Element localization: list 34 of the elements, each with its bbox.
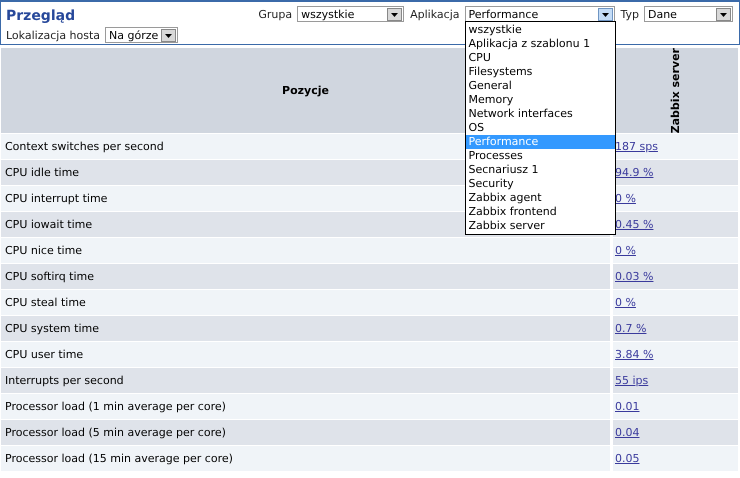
value-link[interactable]: 0.03 %	[615, 270, 654, 283]
value-link[interactable]: 0 %	[615, 296, 636, 309]
column-header: Zabbix server	[613, 48, 738, 133]
value-link[interactable]: 0.01	[615, 400, 640, 413]
value-link[interactable]: 0 %	[615, 192, 636, 205]
table-cell: CPU user time	[1, 342, 610, 367]
table-cell: CPU steal time	[1, 290, 610, 315]
table-cell: Processor load (1 min average per core)	[1, 394, 610, 419]
filter-label: Typ	[620, 8, 639, 20]
value-link[interactable]: 0.45 %	[615, 218, 654, 231]
value-link[interactable]: 3.84 %	[615, 348, 654, 361]
value-link[interactable]: 94.9 %	[615, 166, 654, 179]
value-link[interactable]: 0.7 %	[615, 322, 646, 335]
table-cell: Interrupts per second	[1, 368, 610, 393]
dropdown-select[interactable]: Dane	[644, 6, 733, 22]
value-link[interactable]: 0.04	[615, 426, 640, 439]
filter-label: Aplikacja	[410, 8, 460, 20]
value-link[interactable]: 0.05	[615, 452, 640, 465]
table-cell: Processor load (5 min average per core)	[1, 420, 610, 445]
value-link[interactable]: 0 %	[615, 244, 636, 257]
dropdown-select[interactable]: Na górze	[105, 27, 178, 43]
filter-label: Grupa	[258, 8, 292, 20]
dropdown-select[interactable]: wszystkie	[297, 6, 404, 22]
table-cell: CPU softirq time	[1, 264, 610, 289]
table-cell: Processor load (15 min average per core)	[1, 446, 610, 471]
table-cell: CPU system time	[1, 316, 610, 341]
filter-label: Lokalizacja hosta	[6, 28, 100, 42]
page-title: Przegląd	[6, 8, 76, 24]
dropdown-option[interactable]: Aplikacja z szablonu 1	[466, 37, 614, 51]
dropdown-option[interactable]: wszystkie	[466, 23, 614, 37]
value-link[interactable]: 187 sps	[615, 140, 658, 153]
table-cell: CPU nice time	[1, 238, 610, 263]
value-link[interactable]: 55 ips	[615, 374, 648, 387]
dropdown-select[interactable]: Performance	[464, 6, 614, 22]
